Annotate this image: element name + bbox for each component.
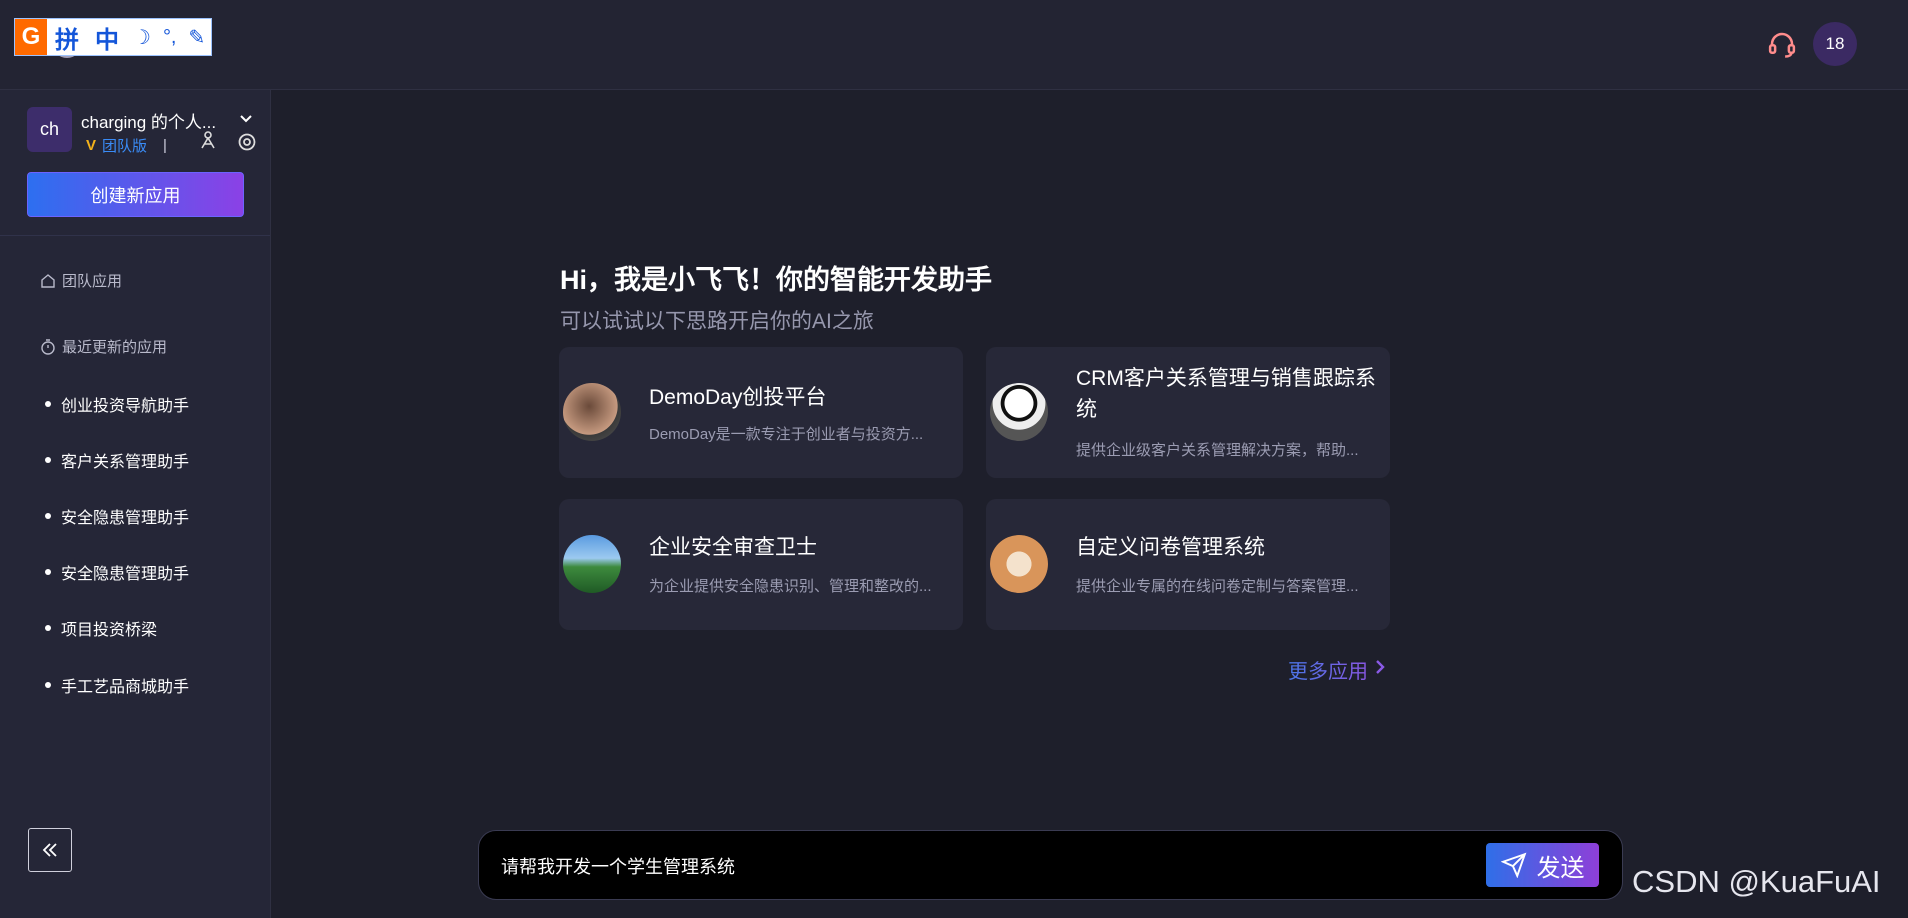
send-button-label: 发送 — [1536, 854, 1585, 882]
punctuation-icon[interactable]: °, — [157, 26, 183, 49]
watermark: CSDN @KuaFuAI — [1632, 864, 1881, 899]
nav-team-apps-label: 团队应用 — [62, 273, 123, 290]
create-app-button[interactable]: 创建新应用 — [27, 172, 244, 217]
app-avatar — [990, 383, 1048, 441]
recent-item-label: 安全隐患管理助手 — [61, 566, 190, 583]
team-edition: V 团队版 | — [86, 135, 167, 156]
recent-item-label: 手工艺品商城助手 — [61, 679, 190, 696]
chevron-down-icon[interactable] — [238, 110, 254, 131]
double-chevron-left-icon — [42, 843, 57, 857]
send-button[interactable]: 发送 — [1486, 843, 1599, 887]
app-card-demoday[interactable]: DemoDay创投平台 DemoDay是一款专注于创业者与投资方... — [559, 347, 963, 478]
nav-team-apps[interactable]: 团队应用 — [40, 270, 122, 291]
recent-item-label: 安全隐患管理助手 — [61, 510, 190, 527]
bullet-icon — [45, 569, 51, 575]
page-title: Hi，我是小飞飞！你的智能开发助手 — [560, 265, 992, 295]
collapse-sidebar-button[interactable] — [28, 828, 72, 872]
recent-item-label: 项目投资桥梁 — [61, 622, 158, 639]
chevron-right-icon — [1374, 658, 1386, 682]
recent-item[interactable]: 手工艺品商城助手 — [45, 673, 189, 697]
recent-item[interactable]: 客户关系管理助手 — [45, 448, 189, 472]
app-card-desc: 提供企业级客户关系管理解决方案，帮助... — [1076, 442, 1359, 459]
more-apps-link[interactable]: 更多应用 — [1288, 655, 1386, 684]
headset-support-icon[interactable] — [1767, 29, 1797, 59]
app-avatar — [990, 535, 1048, 593]
app-card-title: CRM客户关系管理与销售跟踪系统 — [1076, 367, 1376, 421]
wrench-icon[interactable]: ✎ — [183, 25, 212, 50]
recent-item[interactable]: 安全隐患管理助手 — [45, 560, 189, 584]
send-icon — [1500, 852, 1526, 878]
page-subtitle: 可以试试以下思路开启你的AI之旅 — [560, 310, 874, 333]
team-avatar[interactable]: ch — [27, 107, 72, 152]
settings-icon[interactable] — [236, 131, 258, 153]
app-avatar — [563, 535, 621, 593]
prompt-input[interactable] — [499, 851, 1403, 881]
ime-lang-toggle[interactable]: 中 — [87, 20, 127, 55]
bullet-icon — [45, 457, 51, 463]
recent-item[interactable]: 创业投资导航助手 — [45, 392, 189, 416]
app-avatar — [563, 383, 621, 441]
home-icon — [41, 273, 55, 288]
app-card-desc: 为企业提供安全隐患识别、管理和整改的... — [649, 578, 932, 595]
recent-item-label: 客户关系管理助手 — [61, 454, 190, 471]
app-card-desc: DemoDay是一款专注于创业者与投资方... — [649, 426, 924, 443]
app-card-title: 自定义问卷管理系统 — [1076, 536, 1265, 559]
ime-toolbar[interactable]: G 拼 中 ☽ °, ✎ — [14, 18, 213, 56]
team-members-icon[interactable] — [197, 130, 219, 152]
app-card-survey[interactable]: 自定义问卷管理系统 提供企业专属的在线问卷定制与答案管理... — [986, 499, 1390, 630]
bullet-icon — [45, 625, 51, 631]
bullet-icon — [45, 682, 51, 688]
divider: | — [163, 137, 167, 154]
app-card-desc: 提供企业专属的在线问卷定制与答案管理... — [1076, 578, 1359, 595]
team-name[interactable]: charging 的个人... — [81, 108, 216, 133]
app-card-title: DemoDay创投平台 — [649, 386, 827, 409]
sidebar: ch charging 的个人... V 团队版 | 创建新应用 团队应用 最近… — [0, 90, 271, 918]
edition-v-icon: V — [86, 137, 97, 154]
app-card-crm[interactable]: CRM客户关系管理与销售跟踪系统 提供企业级客户关系管理解决方案，帮助... — [986, 347, 1390, 478]
bullet-icon — [45, 401, 51, 407]
edition-label: 团队版 — [102, 138, 148, 155]
app-card-security[interactable]: 企业安全审查卫士 为企业提供安全隐患识别、管理和整改的... — [559, 499, 963, 630]
moon-icon[interactable]: ☽ — [127, 25, 157, 50]
user-avatar[interactable]: 18 — [1813, 22, 1857, 66]
top-bar: G 拼 中 ☽ °, ✎ 18 — [0, 0, 1908, 90]
more-apps-label: 更多应用 — [1288, 661, 1368, 683]
recent-item[interactable]: 项目投资桥梁 — [45, 616, 157, 640]
timer-icon — [41, 338, 55, 355]
ime-logo-icon[interactable]: G — [15, 19, 47, 55]
nav-recent-apps-label: 最近更新的应用 — [62, 339, 168, 356]
recent-item[interactable]: 安全隐患管理助手 — [45, 504, 189, 528]
ime-pinyin-toggle[interactable]: 拼 — [47, 20, 87, 55]
nav-recent-apps: 最近更新的应用 — [40, 336, 167, 357]
recent-item-label: 创业投资导航助手 — [61, 398, 190, 415]
divider — [0, 235, 270, 236]
bullet-icon — [45, 513, 51, 519]
prompt-input-bar: 发送 — [478, 830, 1623, 900]
app-card-title: 企业安全审查卫士 — [649, 536, 817, 559]
